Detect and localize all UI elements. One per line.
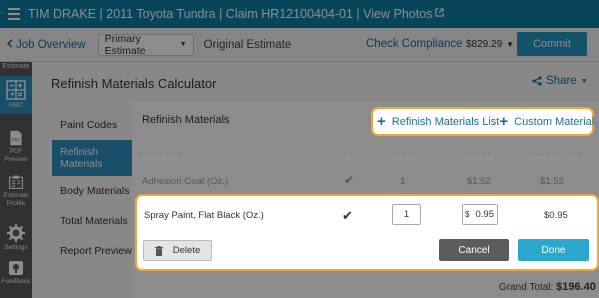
column-header: Quantity xyxy=(388,153,416,162)
share-icon xyxy=(532,76,542,86)
unit-cost-value: 0.95 xyxy=(475,209,495,220)
delete-button[interactable]: Delete xyxy=(143,240,212,261)
pdf-icon: PDF xyxy=(10,130,22,146)
check-icon: ✔ xyxy=(344,173,355,187)
svg-text:PDF: PDF xyxy=(12,137,21,142)
sidebar-item-settings[interactable]: Settings xyxy=(0,220,32,258)
plus-icon: + xyxy=(499,113,509,130)
nav-item-report-preview[interactable]: Report Preview xyxy=(52,236,132,266)
caret-down-icon: ▼ xyxy=(580,77,588,85)
sidebar-item-label: PDF Preview xyxy=(4,148,28,163)
caret-down-icon: ▼ xyxy=(506,40,515,49)
estimate-select[interactable]: Primary Estimate ▼ xyxy=(97,32,194,57)
refinish-materials-list-button[interactable]: + Refinish Materials List xyxy=(377,113,500,130)
row-quantity: 1 xyxy=(400,176,406,187)
nav-item-refinish-materials[interactable]: Refinish Materials xyxy=(52,140,132,176)
column-header: Description xyxy=(142,153,180,162)
sidebar-item-label: Estimate Profile xyxy=(3,192,29,207)
profile-icon xyxy=(9,175,23,189)
sidebar-item-estimate-profile[interactable]: Estimate Profile xyxy=(0,170,32,208)
estimate-label: Estimate xyxy=(2,63,30,70)
sidebar-item-feedback[interactable]: Feedback xyxy=(0,256,32,294)
trash-icon xyxy=(154,245,163,256)
hamburger-menu-icon[interactable] xyxy=(0,0,28,28)
external-link-icon[interactable] xyxy=(435,8,445,20)
nav-item-paint-codes[interactable]: Paint Codes xyxy=(52,110,132,140)
check-compliance-link[interactable]: Check Compliance xyxy=(366,38,463,50)
nav-item-body-materials[interactable]: Body Materials xyxy=(52,176,132,206)
sidebar-item-pdf-preview[interactable]: PDF PDF Preview xyxy=(0,126,32,164)
editing-row: Spray Paint, Flat Black (Oz.) ✔ 1 $ 0.95… xyxy=(135,194,599,271)
custom-material-label: Custom Material xyxy=(514,115,595,128)
plus-icon: + xyxy=(377,113,386,130)
done-button[interactable]: Done xyxy=(518,239,589,261)
header-title[interactable]: TIM DRAKE | 2011 Toyota Tundra | Claim H… xyxy=(28,7,432,21)
unit-cost-input[interactable]: $ 0.95 xyxy=(462,204,498,225)
chevron-left-icon xyxy=(6,38,13,51)
sidebar-item-label: RMC xyxy=(8,102,24,109)
top-header: TIM DRAKE | 2011 Toyota Tundra | Claim H… xyxy=(0,0,599,28)
share-button[interactable]: Share ▼ xyxy=(532,75,588,87)
table-header: Description Paint Quantity Unit Cost Ext… xyxy=(133,150,599,164)
panel-title: Refinish Materials xyxy=(142,114,230,126)
currency-symbol: $ xyxy=(465,210,470,219)
refinish-materials-list-label: Refinish Materials List xyxy=(391,115,500,128)
edit-extended-cost: $0.95 xyxy=(544,210,568,221)
custom-material-button[interactable]: + Custom Material xyxy=(499,113,595,130)
check-icon[interactable]: ✔ xyxy=(342,208,353,224)
cancel-button[interactable]: Cancel xyxy=(439,239,509,261)
estimate-total-dropdown[interactable]: $829.29 ▼ xyxy=(466,39,514,50)
caret-down-icon: ▼ xyxy=(179,41,187,48)
nav-item-total-materials[interactable]: Total Materials xyxy=(52,206,132,236)
calculator-icon xyxy=(6,80,26,100)
grand-total: Grand Total: $196.40 xyxy=(499,281,596,293)
sub-toolbar: Job Overview Primary Estimate ▼ Original… xyxy=(0,28,599,62)
share-label: Share xyxy=(546,75,577,87)
row-description: Adhesion Coat (Oz.) xyxy=(142,176,229,187)
add-material-actions: + Refinish Materials List + Custom Mater… xyxy=(371,107,594,136)
edit-description: Spray Paint, Flat Black (Oz.) xyxy=(144,210,264,221)
estimate-total: $829.29 xyxy=(466,39,503,50)
feedback-icon xyxy=(9,261,23,275)
row-extended-cost: $1.52 xyxy=(540,176,564,187)
left-icon-bar: Estimate RMC PDF PDF Preview Estimate Pr… xyxy=(0,62,32,298)
back-label: Job Overview xyxy=(16,38,86,51)
sidebar-item-label: Feedback xyxy=(1,278,31,285)
delete-label: Delete xyxy=(172,245,201,256)
commit-button[interactable]: Commit xyxy=(517,32,587,56)
column-header: Unit Cost xyxy=(464,153,495,162)
grand-total-value: $196.40 xyxy=(556,281,596,293)
quantity-input[interactable]: 1 xyxy=(392,204,421,225)
column-header: Paint xyxy=(339,153,357,162)
back-link[interactable]: Job Overview xyxy=(6,39,86,51)
estimate-name: Original Estimate xyxy=(203,38,292,51)
sidebar-item-rmc[interactable]: RMC xyxy=(0,76,32,114)
estimate-select-value: Primary Estimate xyxy=(104,32,146,57)
page-title: Refinish Materials Calculator xyxy=(51,76,217,91)
calculator-nav: Paint Codes Refinish Materials Body Mate… xyxy=(52,110,132,266)
column-header: Extended Cost xyxy=(529,153,579,162)
gear-icon xyxy=(7,224,25,242)
sidebar-item-label: Settings xyxy=(4,244,28,251)
table-row[interactable]: Adhesion Coat (Oz.) ✔ 1 $1.52 $1.52 xyxy=(133,168,599,194)
grand-total-label: Grand Total: xyxy=(499,282,554,293)
row-unit-cost: $1.52 xyxy=(467,176,491,187)
